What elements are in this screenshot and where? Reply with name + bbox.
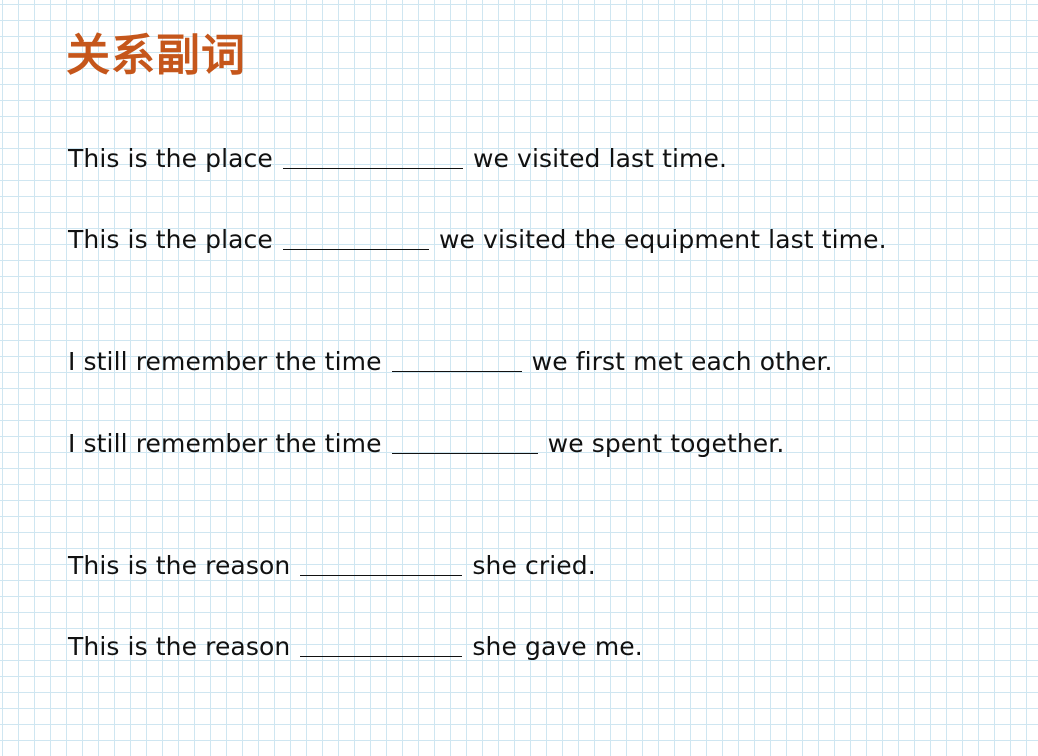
sentence-6: This is the reason she gave me. [68, 631, 643, 663]
sentence-3-blank[interactable] [391, 349, 522, 372]
sentence-6-before: This is the reason [68, 632, 291, 661]
worksheet-page: 关系副词 This is the place we visited last t… [0, 0, 1038, 756]
sentence-5: This is the reason she cried. [68, 550, 596, 582]
sentence-4-before: I still remember the time [68, 429, 382, 458]
sentence-5-before: This is the reason [68, 551, 291, 580]
sentence-4-after: we spent together. [547, 429, 785, 458]
sentence-3-before: I still remember the time [68, 347, 382, 376]
sentence-1-blank[interactable] [282, 146, 463, 169]
sentence-6-after: she gave me. [472, 632, 643, 661]
sentence-4-blank[interactable] [391, 431, 538, 454]
sentence-2: This is the place we visited the equipme… [68, 224, 887, 256]
page-title: 关系副词 [66, 30, 246, 81]
sentence-6-blank[interactable] [300, 634, 463, 657]
sentence-2-before: This is the place [68, 225, 273, 254]
sentence-5-after: she cried. [472, 551, 596, 580]
sentence-2-after: we visited the equipment last time. [438, 225, 887, 254]
sentence-4: I still remember the time we spent toget… [68, 428, 784, 460]
sentence-5-blank[interactable] [300, 553, 463, 576]
sentence-1: This is the place we visited last time. [68, 143, 727, 175]
sentence-1-after: we visited last time. [472, 144, 728, 173]
sentence-3-after: we first met each other. [531, 347, 833, 376]
sentence-1-before: This is the place [68, 144, 273, 173]
sentence-2-blank[interactable] [282, 227, 429, 250]
sentence-3: I still remember the time we first met e… [68, 346, 833, 378]
